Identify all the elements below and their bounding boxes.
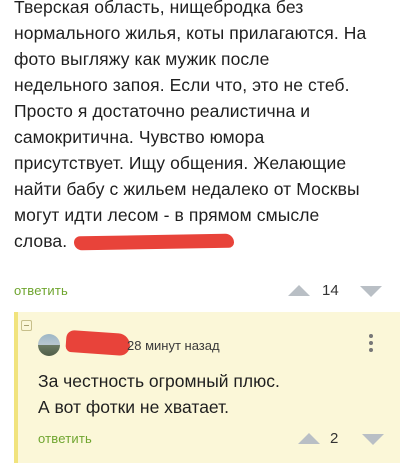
comment-reply-button[interactable]: ответить (38, 431, 92, 446)
collapse-icon[interactable] (21, 320, 32, 331)
post-line: Тверская область, нищебродка без (14, 0, 304, 17)
post-line: могут идти лесом - в прямом смысле (14, 205, 320, 225)
comment-rating-count: 2 (330, 430, 339, 447)
reply-button[interactable]: ответить (14, 283, 68, 298)
comment-line: За честность огромный плюс. (38, 371, 280, 391)
comment-upvote-icon[interactable] (298, 433, 320, 444)
post-line: фото выгляжу как мужик после (14, 49, 270, 69)
post-line: нормального жилья, коты прилагаются. На (14, 23, 367, 43)
redacted-username (65, 329, 131, 357)
post-line: Просто я достаточно реалистична и (14, 101, 311, 121)
rating-count: 14 (322, 282, 339, 299)
post-line-last: слова. (14, 228, 394, 254)
comment-body: За честность огромный плюс. А вот фотки … (38, 368, 280, 420)
comment-timestamp: 28 минут назад (127, 338, 220, 353)
more-options-icon[interactable] (369, 334, 373, 354)
post-line: слова. (14, 231, 68, 251)
redaction-mark (74, 233, 235, 251)
upvote-icon[interactable] (288, 285, 310, 296)
post-line: самокритична. Чувство юмора (14, 127, 265, 147)
comment-actions: ответить 2 (0, 428, 400, 452)
comment-line: А вот фотки не хватает. (38, 397, 230, 417)
comment-downvote-icon[interactable] (362, 434, 384, 445)
post-actions: ответить 14 (0, 280, 400, 304)
post: Тверская область, нищебродка без нормаль… (14, 0, 394, 254)
avatar[interactable] (38, 334, 60, 356)
post-line: присутствует. Ищу общения. Желающие (14, 153, 347, 173)
post-line: найти бабу с жильем недалеко от Москвы (14, 179, 360, 199)
post-line: недельного запоя. Если что, это не стеб. (14, 75, 350, 95)
post-body: Тверская область, нищебродка без нормаль… (14, 0, 394, 254)
downvote-icon[interactable] (360, 286, 382, 297)
